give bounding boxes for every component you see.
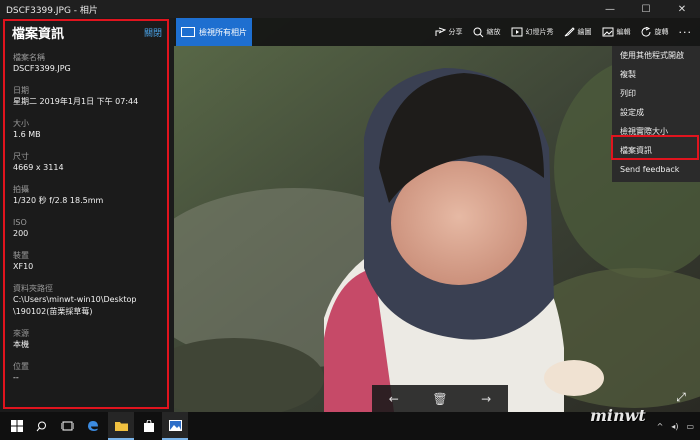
pen-icon bbox=[564, 27, 575, 37]
close-panel-button[interactable]: 關閉 bbox=[144, 26, 162, 39]
field-value: 本機 bbox=[13, 340, 29, 349]
notification-icon[interactable]: ▭ bbox=[686, 422, 694, 431]
field-capture: 拍攝 1/320 秒 f/2.8 18.5mm bbox=[13, 184, 168, 207]
start-button[interactable] bbox=[4, 412, 30, 440]
field-value: XF10 bbox=[13, 262, 34, 271]
file-explorer-taskbar-button[interactable] bbox=[108, 412, 134, 440]
field-value: 4669 x 3114 bbox=[13, 163, 64, 172]
store-taskbar-button[interactable] bbox=[136, 412, 162, 440]
photos-icon bbox=[181, 27, 195, 37]
share-label: 分享 bbox=[448, 28, 463, 36]
tray-up-arrow-icon[interactable]: ^ bbox=[657, 422, 664, 431]
field-size: 大小 1.6 MB bbox=[13, 118, 168, 141]
store-icon bbox=[144, 420, 154, 432]
field-label: 大小 bbox=[13, 119, 29, 128]
edge-taskbar-button[interactable] bbox=[80, 412, 106, 440]
file-info-fields: 檔案名稱 DSCF3399.JPG 日期 星期二 2019年1月1日 下午 07… bbox=[13, 52, 168, 394]
delete-icon[interactable]: 🗑 bbox=[432, 392, 447, 406]
field-label: 位置 bbox=[13, 362, 29, 371]
maximize-button[interactable]: ☐ bbox=[628, 0, 664, 18]
previous-arrow-icon[interactable]: ← bbox=[389, 392, 399, 406]
minwt-watermark: minwt bbox=[590, 406, 646, 425]
field-dimensions: 尺寸 4669 x 3114 bbox=[13, 151, 168, 174]
field-value: C:\Users\minwt-win10\Desktop \190102(苗栗採… bbox=[13, 295, 137, 316]
field-value: -- bbox=[13, 373, 19, 382]
taskbar-search-button[interactable] bbox=[28, 412, 54, 440]
field-label: 尺寸 bbox=[13, 152, 29, 161]
field-value: 1/320 秒 f/2.8 18.5mm bbox=[13, 196, 104, 205]
edit-label: 編輯 bbox=[616, 28, 631, 36]
field-label: 資料夾路徑 bbox=[13, 284, 53, 293]
file-info-panel: 檔案資訊 關閉 檔案名稱 DSCF3399.JPG 日期 星期二 2019年1月… bbox=[0, 18, 174, 412]
field-folder-path: 資料夾路徑 C:\Users\minwt-win10\Desktop \1901… bbox=[13, 283, 168, 318]
field-label: 拍攝 bbox=[13, 185, 29, 194]
menu-item-copy[interactable]: 複製 bbox=[612, 65, 700, 84]
draw-label: 繪圖 bbox=[577, 28, 592, 36]
view-all-photos-label: 檢視所有相片 bbox=[199, 27, 247, 37]
top-toolbar: 檢視所有相片 分享 縮放 幻燈片秀 繪圖 編輯 旋轉 ··· bbox=[174, 18, 700, 46]
field-file-name: 檔案名稱 DSCF3399.JPG bbox=[13, 52, 168, 75]
field-value: DSCF3399.JPG bbox=[13, 64, 71, 73]
photo-navigation: ← 🗑 → bbox=[372, 385, 508, 412]
edit-icon bbox=[602, 27, 613, 37]
task-view-icon bbox=[60, 421, 74, 431]
task-view-button[interactable] bbox=[54, 412, 80, 440]
slideshow-label: 幻燈片秀 bbox=[525, 28, 554, 36]
menu-item-print[interactable]: 列印 bbox=[612, 84, 700, 103]
file-info-header: 檔案資訊 關閉 bbox=[12, 23, 162, 42]
more-options-menu: 使用其他程式開啟 複製 列印 設定成 檢視實際大小 檔案資訊 Send feed… bbox=[612, 46, 700, 182]
search-icon bbox=[36, 421, 46, 431]
photos-taskbar-button[interactable] bbox=[162, 412, 188, 440]
draw-button[interactable]: 繪圖 bbox=[564, 27, 592, 37]
field-value: 星期二 2019年1月1日 下午 07:44 bbox=[13, 97, 139, 106]
view-all-photos-button[interactable]: 檢視所有相片 bbox=[176, 18, 252, 46]
system-tray: ^ ◂) ▭ bbox=[657, 412, 696, 440]
field-value: 200 bbox=[13, 229, 29, 238]
next-arrow-icon[interactable]: → bbox=[481, 392, 491, 406]
windows-icon bbox=[11, 420, 23, 432]
menu-item-send-feedback[interactable]: Send feedback bbox=[612, 160, 700, 179]
field-location: 位置 -- bbox=[13, 361, 168, 384]
field-date: 日期 星期二 2019年1月1日 下午 07:44 bbox=[13, 85, 168, 108]
menu-item-set-as[interactable]: 設定成 bbox=[612, 103, 700, 122]
minimize-button[interactable]: — bbox=[592, 0, 628, 18]
zoom-label: 縮放 bbox=[486, 28, 501, 36]
field-source: 來源 本機 bbox=[13, 328, 168, 351]
field-label: 來源 bbox=[13, 329, 29, 338]
menu-item-file-info[interactable]: 檔案資訊 bbox=[612, 141, 700, 160]
photos-app-icon bbox=[168, 419, 182, 431]
title-bar: DSCF3399.JPG - 相片 — ☐ ✕ bbox=[0, 0, 700, 18]
volume-icon[interactable]: ◂) bbox=[671, 422, 678, 431]
folder-icon bbox=[114, 421, 128, 431]
menu-item-open-with[interactable]: 使用其他程式開啟 bbox=[612, 46, 700, 65]
rotate-icon bbox=[641, 26, 651, 37]
zoom-button[interactable]: 縮放 bbox=[473, 27, 501, 38]
field-label: ISO bbox=[13, 218, 27, 227]
edge-icon bbox=[88, 421, 98, 431]
more-options-button[interactable]: ··· bbox=[679, 26, 693, 39]
panel-title: 檔案資訊 bbox=[12, 27, 65, 42]
share-icon bbox=[435, 27, 446, 36]
field-value: 1.6 MB bbox=[13, 130, 41, 139]
field-device: 裝置 XF10 bbox=[13, 250, 168, 273]
close-window-button[interactable]: ✕ bbox=[664, 0, 700, 18]
share-button[interactable]: 分享 bbox=[435, 27, 463, 37]
rotate-label: 旋轉 bbox=[654, 28, 669, 36]
slideshow-button[interactable]: 幻燈片秀 bbox=[511, 27, 554, 37]
fullscreen-icon[interactable]: ⤢ bbox=[666, 384, 696, 410]
field-iso: ISO 200 bbox=[13, 217, 168, 240]
menu-item-view-actual-size[interactable]: 檢視實際大小 bbox=[612, 122, 700, 141]
window-title: DSCF3399.JPG - 相片 bbox=[6, 5, 98, 16]
field-label: 檔案名稱 bbox=[13, 53, 45, 62]
edit-button[interactable]: 編輯 bbox=[602, 27, 631, 37]
slideshow-icon bbox=[511, 27, 522, 37]
field-label: 裝置 bbox=[13, 251, 29, 260]
zoom-icon bbox=[473, 27, 483, 37]
field-label: 日期 bbox=[13, 86, 29, 95]
rotate-button[interactable]: 旋轉 bbox=[641, 26, 669, 38]
